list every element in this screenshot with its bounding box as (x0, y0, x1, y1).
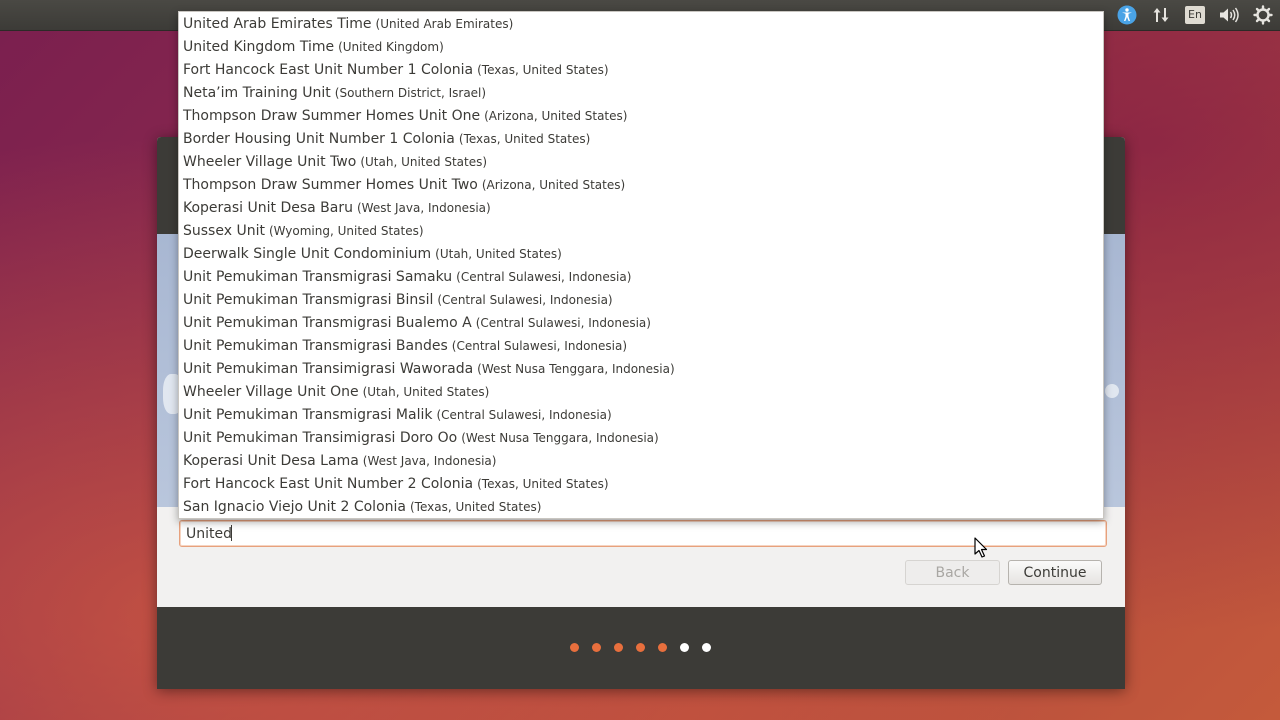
suggestion-region: (West Java, Indonesia) (362, 454, 497, 468)
suggestion-name: Sussex Unit (183, 223, 265, 239)
suggestion-name: Unit Pemukiman Transmigrasi Malik (183, 407, 433, 423)
suggestion-name: Unit Pemukiman Transmigrasi Samaku (183, 269, 453, 285)
mouse-pointer-icon (974, 537, 988, 558)
timezone-search-input[interactable] (179, 520, 1107, 547)
suggestion-region: (Central Sulawesi, Indonesia) (475, 316, 651, 330)
suggestion-name: Koperasi Unit Desa Lama (183, 453, 359, 469)
suggestion-name: Thompson Draw Summer Homes Unit One (183, 108, 481, 124)
panel-indicators: En (1110, 0, 1280, 30)
progress-dot (658, 643, 667, 652)
timezone-suggestion-item[interactable]: Unit Pemukiman Transimigrasi Doro Oo (Wes… (183, 427, 659, 450)
timezone-suggestion-item[interactable]: Fort Hancock East Unit Number 2 Colonia(… (183, 473, 609, 496)
suggestion-region: (Arizona, United States) (481, 178, 626, 192)
suggestion-name: Deerwalk Single Unit Condominium (183, 246, 432, 262)
timezone-suggestion-item[interactable]: Unit Pemukiman Transmigrasi Malik (Centra… (183, 404, 612, 427)
keyboard-layout-label: En (1185, 6, 1205, 24)
suggestion-region: (Southern District, Israel) (334, 86, 487, 100)
suggestion-name: San Ignacio Viejo Unit 2 Colonia (183, 499, 406, 515)
suggestion-name: Wheeler Village Unit One (183, 384, 359, 400)
suggestion-region: (Texas, United States) (458, 132, 591, 146)
progress-dot (614, 643, 623, 652)
timezone-suggestion-item[interactable]: Unit Pemukiman Transmigrasi Binsil (Centr… (183, 289, 613, 312)
suggestion-region: (Utah, United States) (435, 247, 562, 261)
timezone-suggestion-item[interactable]: Koperasi Unit Desa Baru (West Java, Indon… (183, 197, 491, 220)
timezone-suggestion-item[interactable]: Wheeler Village Unit Two (Utah, United St… (183, 151, 487, 174)
progress-dot (702, 643, 711, 652)
keyboard-layout-indicator[interactable]: En (1178, 0, 1212, 30)
suggestion-region: (West Nusa Tenggara, Indonesia) (477, 362, 675, 376)
suggestion-region: (Arizona, United States) (484, 109, 628, 123)
suggestion-region: (Utah, United States) (360, 155, 488, 169)
timezone-suggestion-item[interactable]: San Ignacio Viejo Unit 2 Colonia (Texas, … (183, 496, 541, 519)
suggestion-region: (Texas, United States) (477, 63, 609, 77)
suggestion-region: (Texas, United States) (409, 500, 542, 514)
timezone-suggestion-item[interactable]: Border Housing Unit Number 1 Colonia (Tex… (183, 128, 590, 151)
suggestion-name: Thompson Draw Summer Homes Unit Two (183, 177, 478, 193)
suggestion-name: Unit Pemukiman Transmigrasi Binsil (183, 292, 434, 308)
progress-dot (570, 643, 579, 652)
timezone-suggestion-item[interactable]: Thompson Draw Summer Homes Unit One (Ariz… (183, 105, 627, 128)
timezone-suggestion-item[interactable]: Unit Pemukiman Transmigrasi Bualemo A (Ce… (183, 312, 651, 335)
back-button[interactable]: Back (905, 560, 1000, 585)
suggestion-name: United Arab Emirates Time (183, 16, 372, 32)
timezone-suggestion-item[interactable]: Unit Pemukiman Transmigrasi Bandes (Centr… (183, 335, 627, 358)
suggestion-region: (Central Sulawesi, Indonesia) (436, 408, 612, 422)
accessibility-icon[interactable] (1110, 0, 1144, 30)
progress-dot (680, 643, 689, 652)
suggestion-region: (West Java, Indonesia) (357, 201, 491, 215)
timezone-suggestion-item[interactable]: Sussex Unit (Wyoming, United States) (183, 220, 424, 243)
suggestion-region: (Central Sulawesi, Indonesia) (456, 270, 632, 284)
timezone-suggestion-item[interactable]: Thompson Draw Summer Homes Unit Two (Ariz… (183, 174, 625, 197)
network-arrows-icon[interactable] (1144, 0, 1178, 30)
suggestion-name: Fort Hancock East Unit Number 2 Colonia (183, 476, 474, 492)
suggestion-name: Neta’im Training Unit (183, 85, 331, 101)
timezone-suggestions-list: United Arab Emirates Time (United Arab Em… (178, 11, 1104, 519)
suggestion-name: Unit Pemukiman Transmigrasi Bualemo A (183, 315, 472, 331)
timezone-suggestion-item[interactable]: Neta’im Training Unit (Southern District,… (183, 82, 486, 105)
suggestion-region: (Utah, United States) (362, 385, 490, 399)
suggestion-region: (Texas, United States) (477, 477, 609, 491)
timezone-suggestion-item[interactable]: Koperasi Unit Desa Lama (West Java, Indon… (183, 450, 496, 473)
timezone-suggestion-item[interactable]: United Arab Emirates Time (United Arab Em… (183, 13, 513, 36)
continue-button[interactable]: Continue (1008, 560, 1102, 585)
suggestion-name: Unit Pemukiman Transimigrasi Doro Oo (183, 430, 458, 446)
text-caret (231, 525, 232, 541)
progress-dots (570, 643, 711, 652)
suggestion-region: (Central Sulawesi, Indonesia) (437, 293, 613, 307)
suggestion-name: United Kingdom Time (183, 39, 335, 55)
volume-icon[interactable] (1212, 0, 1246, 30)
settings-gear-icon[interactable] (1246, 0, 1280, 30)
suggestion-region: (United Kingdom) (338, 40, 444, 54)
progress-dot (592, 643, 601, 652)
suggestion-name: Koperasi Unit Desa Baru (183, 200, 353, 216)
suggestion-name: Fort Hancock East Unit Number 1 Colonia (183, 62, 474, 78)
map-cloud (1105, 384, 1119, 398)
suggestion-region: (Central Sulawesi, Indonesia) (451, 339, 628, 353)
timezone-suggestion-item[interactable]: Unit Pemukiman Transmigrasi Samaku (Centr… (183, 266, 631, 289)
suggestion-region: (Wyoming, United States) (268, 224, 424, 238)
suggestion-name: Border Housing Unit Number 1 Colonia (183, 131, 455, 147)
suggestion-region: (United Arab Emirates) (375, 17, 514, 31)
suggestion-name: Wheeler Village Unit Two (183, 154, 357, 170)
timezone-suggestion-item[interactable]: Wheeler Village Unit One (Utah, United St… (183, 381, 489, 404)
timezone-suggestion-item[interactable]: Fort Hancock East Unit Number 1 Colonia(… (183, 59, 609, 82)
timezone-suggestion-item[interactable]: United Kingdom Time (United Kingdom) (183, 36, 444, 59)
timezone-suggestion-item[interactable]: Deerwalk Single Unit Condominium (Utah, U… (183, 243, 562, 266)
suggestion-region: (West Nusa Tenggara, Indonesia) (461, 431, 659, 445)
suggestion-name: Unit Pemukiman Transmigrasi Bandes (183, 338, 448, 354)
timezone-suggestion-item[interactable]: Unit Pemukiman Transimigrasi Waworada (We… (183, 358, 675, 381)
window-footer (157, 607, 1125, 689)
suggestion-name: Unit Pemukiman Transimigrasi Waworada (183, 361, 474, 377)
progress-dot (636, 643, 645, 652)
